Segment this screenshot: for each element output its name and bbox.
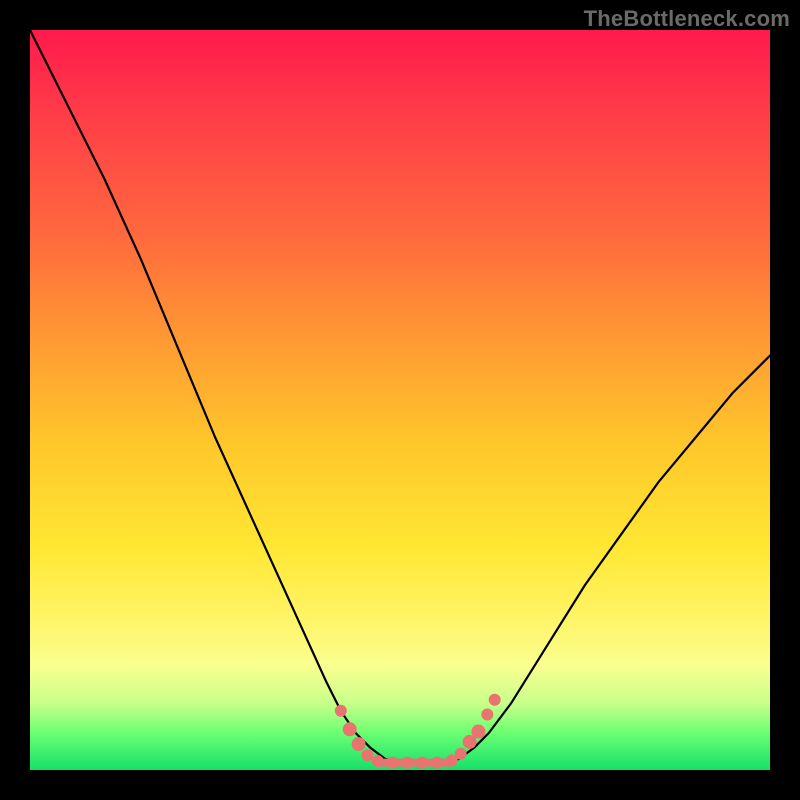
marker-dot bbox=[401, 757, 413, 769]
marker-dot bbox=[471, 725, 485, 739]
marker-dot bbox=[416, 757, 428, 769]
marker-dot bbox=[352, 737, 366, 751]
chart-frame: TheBottleneck.com bbox=[0, 0, 800, 800]
flat-region-dots bbox=[335, 694, 501, 769]
marker-dot bbox=[481, 709, 493, 721]
marker-dot bbox=[343, 722, 357, 736]
marker-dot bbox=[361, 749, 373, 761]
marker-dot bbox=[372, 755, 384, 767]
watermark-text: TheBottleneck.com bbox=[584, 6, 790, 32]
marker-dot bbox=[489, 694, 501, 706]
bottleneck-curve bbox=[30, 30, 770, 763]
chart-svg bbox=[30, 30, 770, 770]
marker-dot bbox=[431, 757, 443, 769]
marker-dot bbox=[335, 705, 347, 717]
chart-plot-area bbox=[30, 30, 770, 770]
marker-dot bbox=[455, 748, 467, 760]
marker-dot bbox=[387, 757, 399, 769]
